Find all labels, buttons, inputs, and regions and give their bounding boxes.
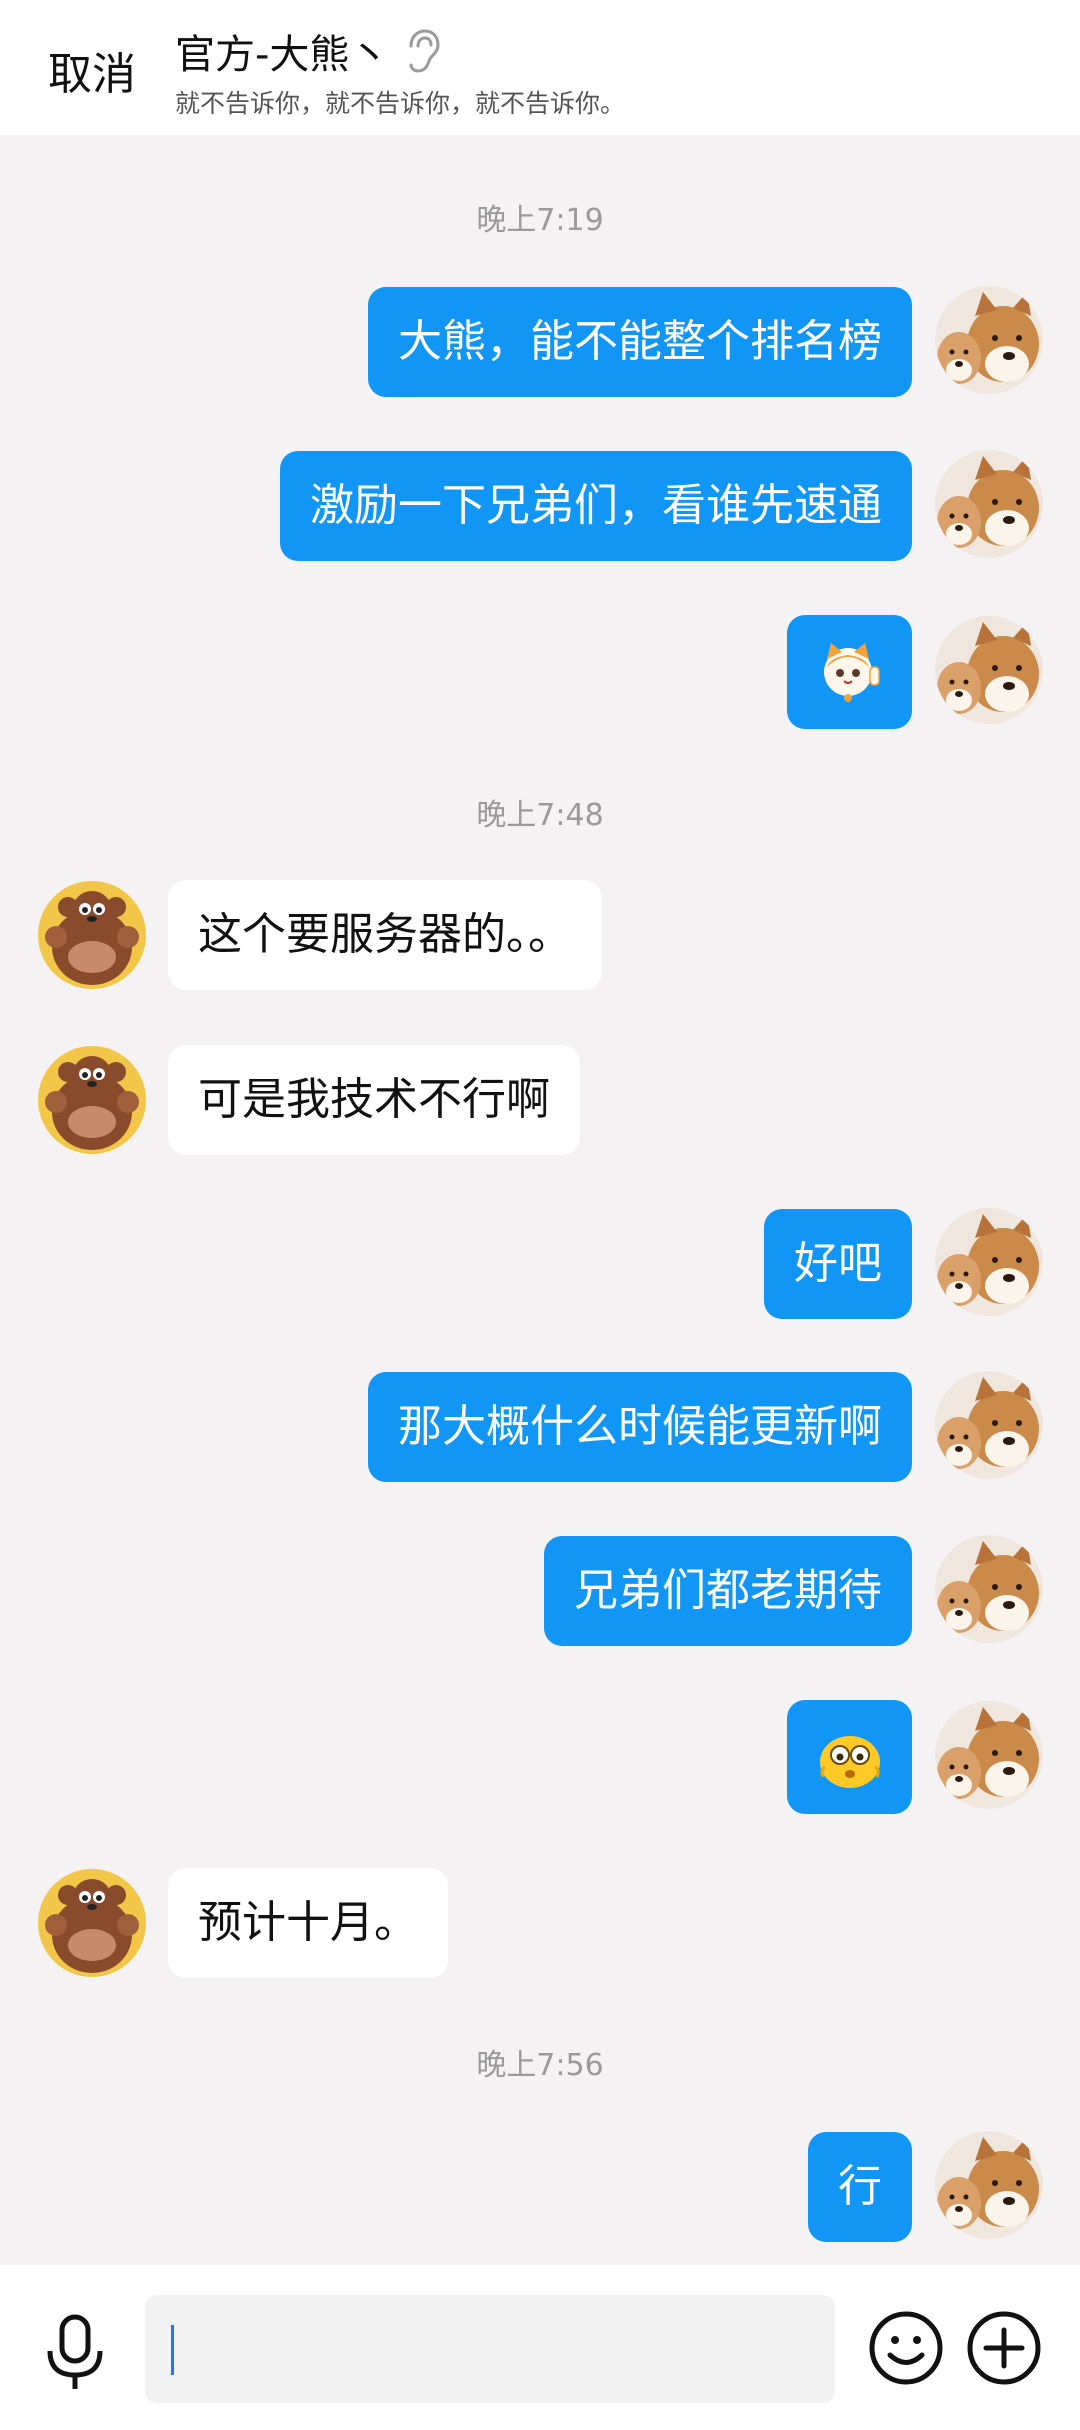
chat-title-area: 官方-大熊丶 就不告诉你，就不告诉你，就不告诉你。 xyxy=(175,22,625,120)
shiba-avatar[interactable] xyxy=(935,1208,1043,1316)
message-bubble-outgoing[interactable]: 激励一下兄弟们，看谁先速通 xyxy=(280,451,912,561)
sticker-message[interactable] xyxy=(787,1700,912,1814)
chat-header: 取消 官方-大熊丶 就不告诉你，就不告诉你，就不告诉你。 xyxy=(0,0,1080,135)
emoji-sticker xyxy=(819,1736,880,1788)
timestamp: 晚上7:19 xyxy=(476,203,604,238)
microphone-icon[interactable] xyxy=(40,2313,110,2393)
text-cursor xyxy=(171,2325,174,2375)
message-bubble-outgoing[interactable]: 大熊，能不能整个排名榜 xyxy=(368,287,912,397)
message-bubble-outgoing[interactable]: 兄弟们都老期待 xyxy=(544,1536,912,1646)
message-bubble-incoming[interactable]: 可是我技术不行啊 xyxy=(168,1045,580,1155)
chat-signature: 就不告诉你，就不告诉你，就不告诉你。 xyxy=(175,89,626,118)
shiba-avatar[interactable] xyxy=(935,1371,1043,1479)
input-bar xyxy=(0,2265,1080,2430)
bear-avatar[interactable] xyxy=(38,1869,146,1977)
timestamp: 晚上7:56 xyxy=(476,2048,604,2083)
cancel-button[interactable]: 取消 xyxy=(48,38,136,102)
shiba-avatar[interactable] xyxy=(935,616,1043,724)
timestamp: 晚上7:48 xyxy=(476,798,604,833)
bear-avatar[interactable] xyxy=(38,881,146,989)
ear-icon xyxy=(409,29,440,73)
message-bubble-outgoing[interactable]: 好吧 xyxy=(764,1209,912,1319)
shiba-avatar[interactable] xyxy=(935,2131,1043,2239)
shiba-avatar[interactable] xyxy=(935,1535,1043,1643)
message-bubble-outgoing[interactable]: 行 xyxy=(808,2132,912,2242)
message-bubble-outgoing[interactable]: 那大概什么时候能更新啊 xyxy=(368,1372,912,1482)
message-bubble-incoming[interactable]: 这个要服务器的。。 xyxy=(168,880,602,990)
message-input[interactable] xyxy=(145,2295,835,2403)
message-list[interactable]: 晚上7:19 大熊，能不能整个排名榜 激励一下兄弟们，看谁先速通 晚上7:48 … xyxy=(0,135,1080,2265)
sticker-message[interactable] xyxy=(787,615,912,729)
emoji-icon[interactable] xyxy=(868,2310,944,2386)
cat-sticker xyxy=(823,643,880,702)
shiba-avatar[interactable] xyxy=(935,1701,1043,1809)
plus-icon[interactable] xyxy=(966,2310,1042,2386)
shiba-avatar[interactable] xyxy=(935,286,1043,394)
message-bubble-incoming[interactable]: 预计十月。 xyxy=(168,1868,448,1978)
bear-avatar[interactable] xyxy=(38,1046,146,1154)
shiba-avatar[interactable] xyxy=(935,450,1043,558)
chat-title: 官方-大熊丶 xyxy=(175,32,390,78)
